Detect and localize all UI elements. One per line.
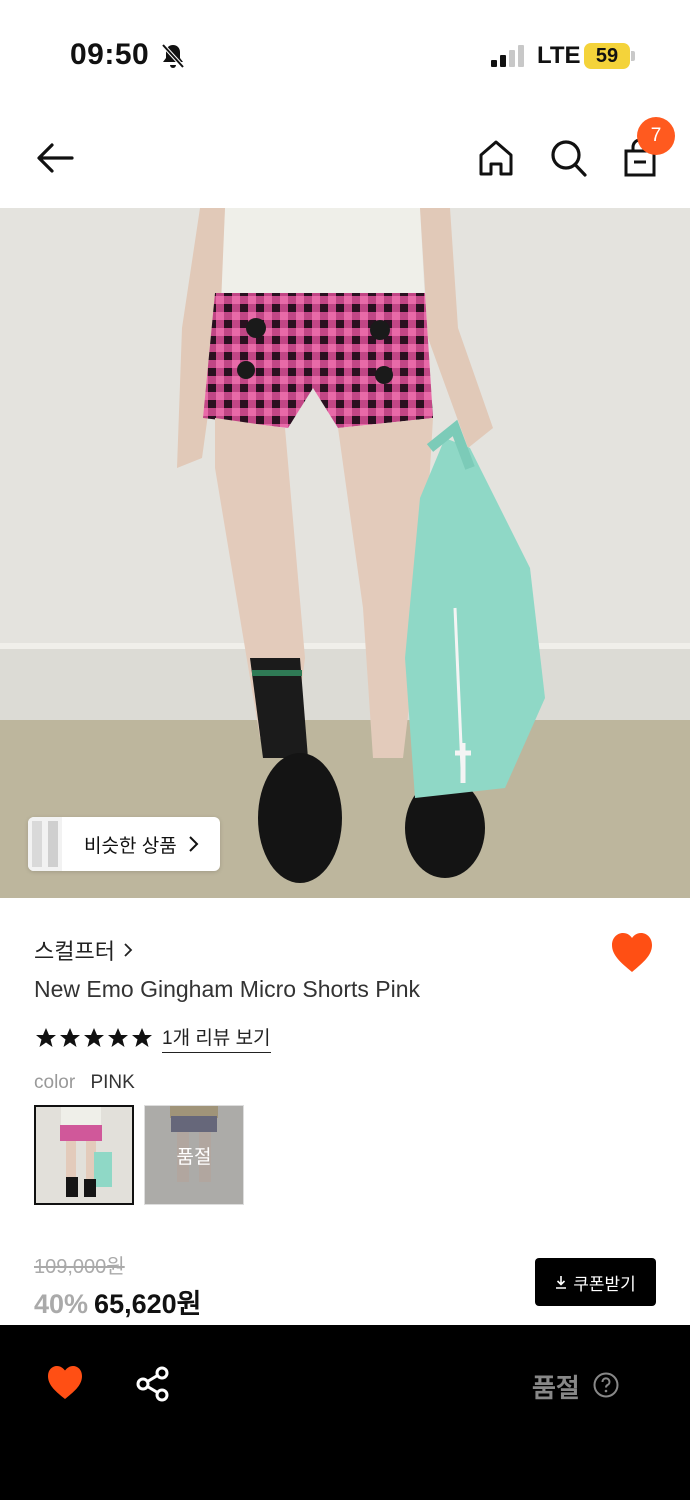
signal-icon <box>491 45 524 67</box>
star-icon <box>60 1028 80 1047</box>
wishlist-heart-icon[interactable] <box>46 1365 84 1401</box>
review-link[interactable]: 1개 리뷰 보기 <box>162 1023 271 1053</box>
star-icon <box>132 1028 152 1047</box>
share-icon[interactable] <box>136 1366 170 1402</box>
sale-price: 65,620원 <box>94 1289 202 1319</box>
status-bar: 09:50 LTE 59 <box>0 0 690 110</box>
brand-link[interactable]: 스컬프터 <box>34 934 133 966</box>
color-value: PINK <box>90 1072 135 1093</box>
coupon-label: 쿠폰받기 <box>573 1274 636 1294</box>
discount-rate: 40% <box>34 1289 89 1319</box>
bottom-action-bar <box>0 1325 690 1500</box>
similar-products-label: 비슷한 상품 <box>84 835 177 857</box>
battery-tip <box>631 51 635 61</box>
product-image[interactable] <box>0 208 690 898</box>
help-question-icon[interactable] <box>593 1372 619 1398</box>
sold-out-status: 품절 <box>532 1373 580 1403</box>
color-label: color <box>34 1072 76 1093</box>
wishlist-heart-icon[interactable] <box>610 932 654 974</box>
color-swatch-sold-out[interactable]: 품절 <box>144 1105 244 1205</box>
bell-muted-icon <box>161 43 185 69</box>
home-icon[interactable] <box>472 134 520 182</box>
similar-products-thumbnail <box>28 817 62 871</box>
swatch-pink-thumbnail <box>36 1107 132 1203</box>
product-name: New Emo Gingham Micro Shorts Pink <box>34 976 421 1002</box>
chevron-right-icon <box>188 836 199 852</box>
cart-count-badge: 7 <box>637 117 675 155</box>
back-arrow-icon[interactable] <box>32 134 80 182</box>
coupon-download-button[interactable]: 쿠폰받기 <box>535 1258 656 1306</box>
chevron-right-icon <box>124 943 133 957</box>
similar-products-button[interactable]: 비슷한 상품 <box>28 817 220 871</box>
star-icon <box>36 1028 56 1047</box>
download-icon <box>556 1276 567 1289</box>
original-price: 109,000원 <box>34 1256 125 1278</box>
color-swatch-pink[interactable] <box>34 1105 134 1205</box>
battery-indicator: 59 <box>584 43 630 69</box>
search-icon[interactable] <box>544 134 592 182</box>
star-icon <box>84 1028 104 1047</box>
rating-row: 1개 리뷰 보기 <box>34 1023 271 1053</box>
color-selection-row: color PINK <box>34 1072 135 1094</box>
price-row: 40% 65,620원 <box>34 1282 201 1321</box>
sold-out-overlay: 품절 <box>145 1106 243 1204</box>
brand-name: 스컬프터 <box>34 939 115 964</box>
top-navigation <box>0 110 690 208</box>
status-time: 09:50 <box>70 38 150 71</box>
network-type: LTE <box>537 42 581 69</box>
star-icon <box>108 1028 128 1047</box>
product-photo <box>0 208 690 898</box>
rating-stars <box>34 1026 154 1050</box>
